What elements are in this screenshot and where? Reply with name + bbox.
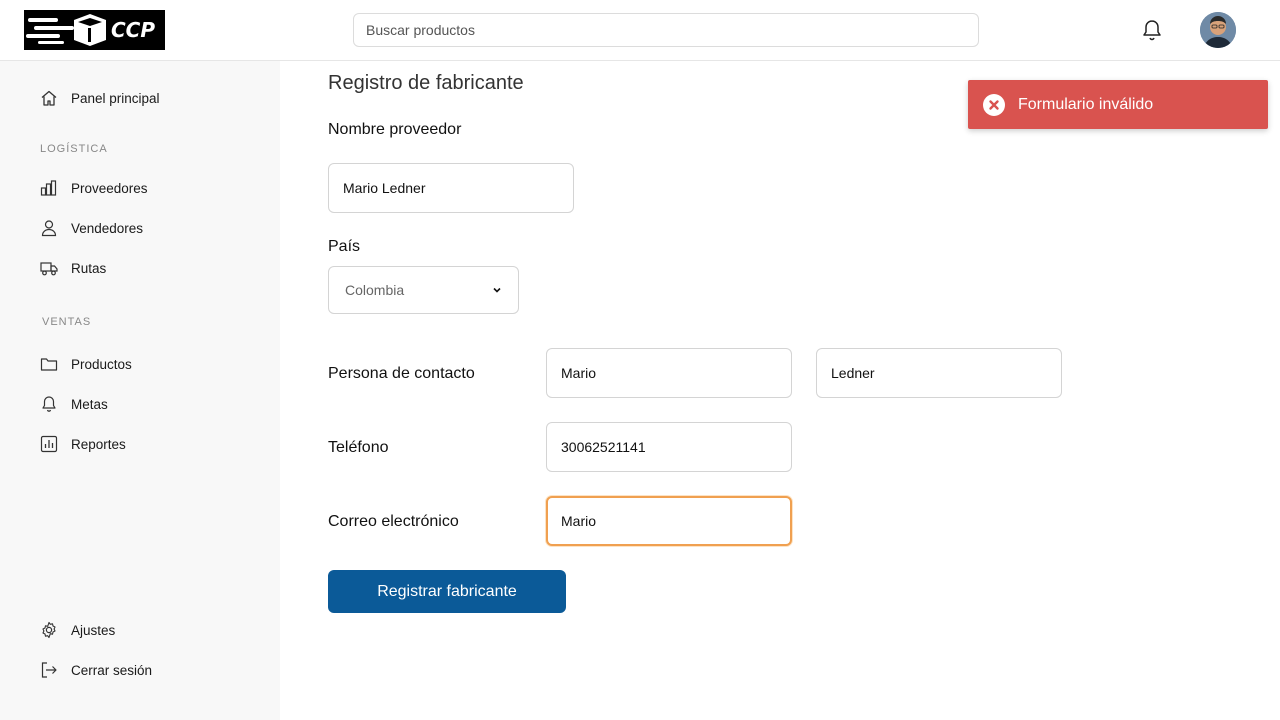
sidebar-item-label: Reportes (71, 436, 126, 452)
page-title: Registro de fabricante (328, 72, 524, 94)
folder-icon (40, 355, 58, 373)
email-input[interactable] (546, 496, 792, 546)
report-chart-icon (40, 435, 58, 453)
country-select-value: Colombia (345, 282, 405, 298)
sidebar-item-goals[interactable]: Metas (40, 392, 108, 416)
sidebar-item-suppliers[interactable]: Proveedores (40, 176, 148, 200)
contact-person-label: Persona de contacto (328, 365, 475, 382)
user-icon (40, 219, 58, 237)
section-title-logistics: LOGÍSTICA (40, 143, 108, 155)
sidebar-item-label: Panel principal (71, 90, 160, 106)
bell-icon (40, 395, 58, 413)
sidebar-item-label: Rutas (71, 260, 107, 276)
phone-label: Teléfono (328, 439, 389, 456)
section-title-sales: VENTAS (42, 316, 92, 328)
sidebar-item-label: Vendedores (71, 220, 144, 236)
email-label: Correo electrónico (328, 513, 459, 530)
sidebar-item-label: Proveedores (71, 180, 148, 196)
search-input[interactable] (353, 13, 979, 47)
register-manufacturer-button[interactable]: Registrar fabricante (328, 570, 566, 613)
supplier-name-label: Nombre proveedor (328, 121, 462, 138)
sidebar-item-label: Productos (71, 356, 132, 372)
top-header: CCP (0, 0, 1280, 61)
contact-last-name-input[interactable] (816, 348, 1062, 398)
phone-input[interactable] (546, 422, 792, 472)
sidebar-item-settings[interactable]: Ajustes (40, 618, 115, 642)
error-x-icon (983, 93, 1005, 116)
logo-text: CCP (110, 18, 155, 42)
sidebar-item-label: Ajustes (71, 622, 116, 638)
sidebar-item-home[interactable]: Panel principal (40, 86, 160, 110)
supplier-name-input[interactable] (328, 163, 574, 213)
sidebar-item-products[interactable]: Productos (40, 352, 132, 376)
country-label: País (328, 238, 361, 255)
sidebar-item-reports[interactable]: Reportes (40, 432, 126, 456)
ccp-logo[interactable]: CCP (24, 10, 165, 50)
error-toast[interactable]: Formulario inválido (968, 80, 1268, 129)
sidebar-item-label: Metas (71, 396, 108, 412)
truck-icon (40, 259, 58, 277)
logout-icon (40, 661, 58, 679)
home-icon (40, 89, 58, 107)
sidebar-item-routes[interactable]: Rutas (40, 256, 106, 280)
toast-message: Formulario inválido (1018, 95, 1154, 113)
contact-first-name-input[interactable] (546, 348, 792, 398)
sidebar-item-logout[interactable]: Cerrar sesión (40, 658, 152, 682)
notifications-bell-icon[interactable] (1140, 18, 1164, 42)
chevron-down-icon (493, 287, 501, 293)
bar-chart-icon (40, 179, 58, 197)
sidebar-item-sellers[interactable]: Vendedores (40, 216, 143, 240)
user-avatar[interactable] (1200, 12, 1236, 48)
sidebar-item-label: Cerrar sesión (71, 662, 153, 678)
gear-icon (40, 621, 58, 639)
country-select[interactable]: Colombia (328, 266, 519, 314)
